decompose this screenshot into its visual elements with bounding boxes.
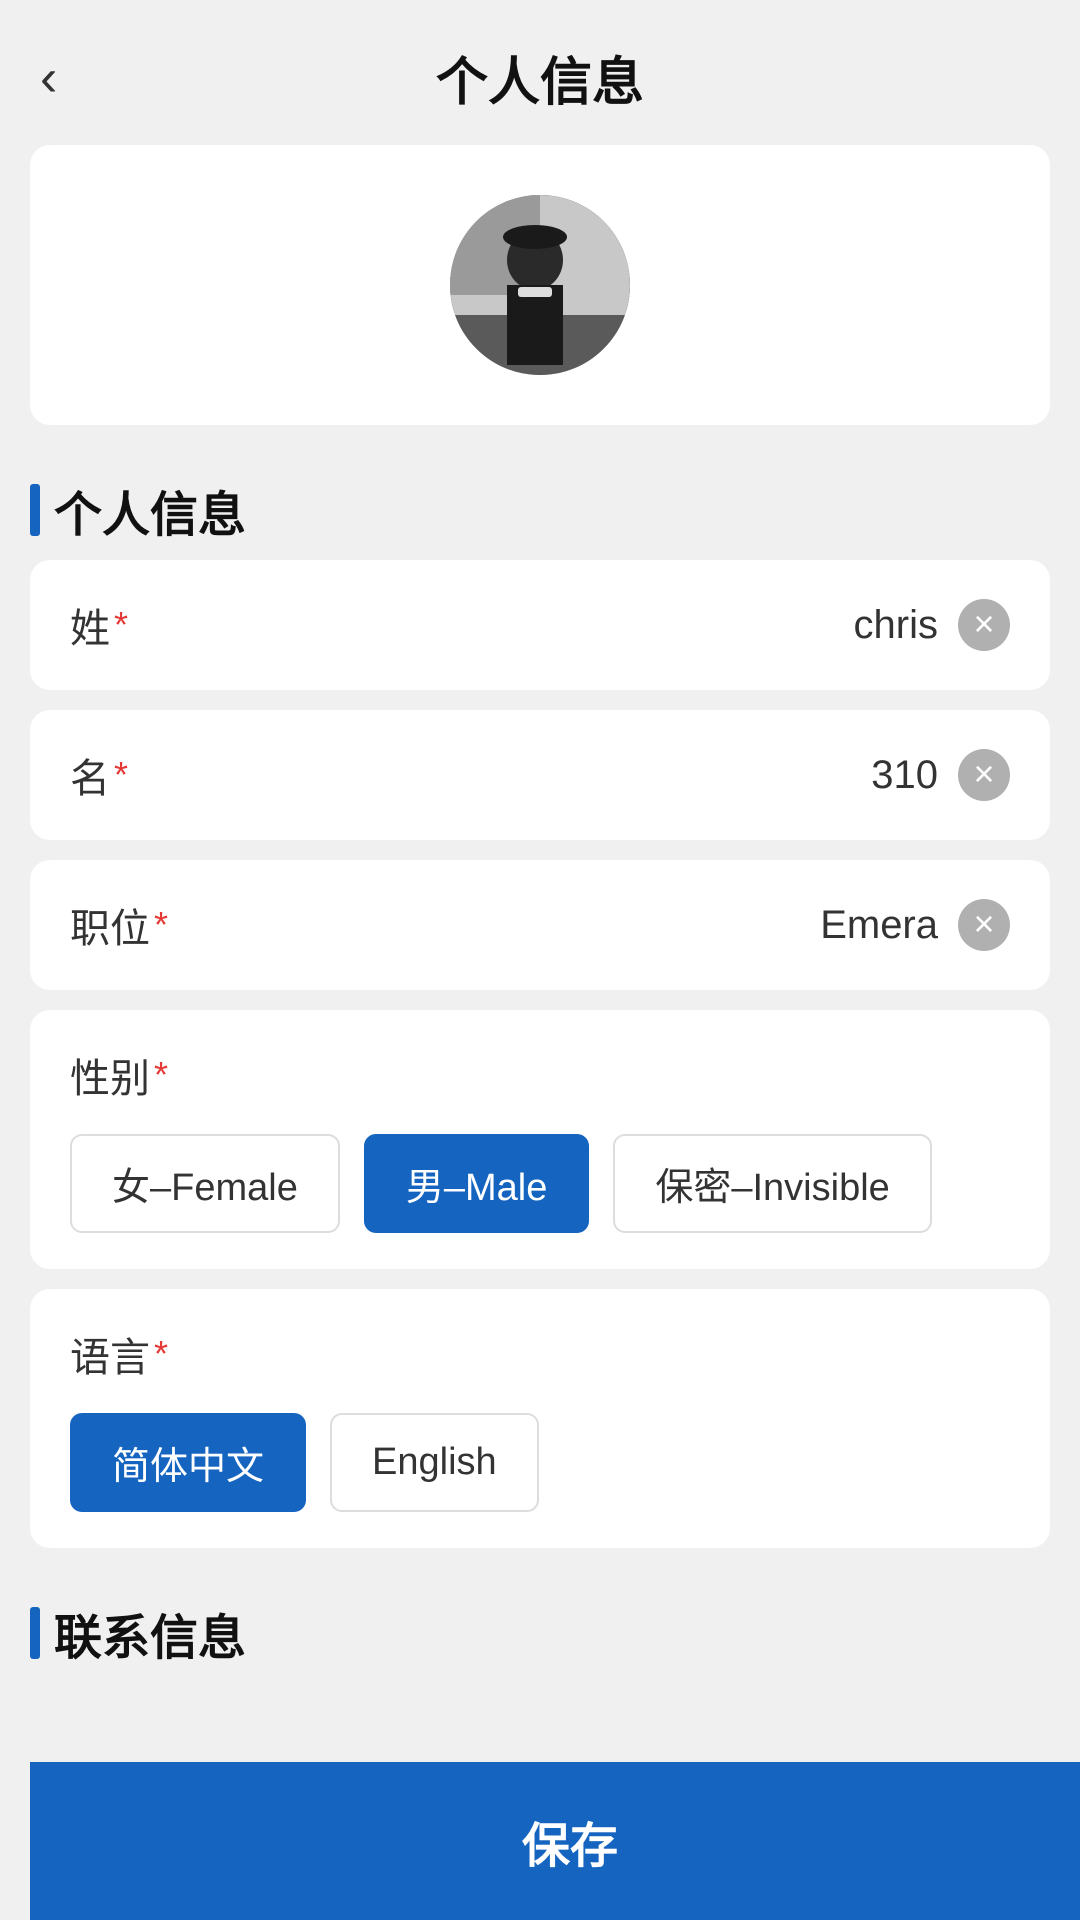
contact-section-title: 联系信息 <box>54 1598 246 1668</box>
required-star: * <box>154 1333 168 1375</box>
position-clear-button[interactable] <box>958 899 1010 951</box>
position-field[interactable]: 职位* Emera <box>30 860 1050 990</box>
gender-invisible-option[interactable]: 保密–Invisible <box>613 1134 931 1233</box>
required-star: * <box>154 1054 168 1096</box>
gender-options: 女–Female 男–Male 保密–Invisible <box>70 1134 1010 1233</box>
position-value: Emera <box>820 903 938 948</box>
language-field: 语言* 简体中文 English <box>30 1289 1050 1548</box>
last-name-clear-button[interactable] <box>958 599 1010 651</box>
avatar-card[interactable] <box>30 145 1050 425</box>
gender-male-option[interactable]: 男–Male <box>364 1134 590 1233</box>
personal-section-header: 个人信息 <box>0 455 1080 560</box>
header: ‹ 个人信息 <box>0 0 1080 145</box>
last-name-field[interactable]: 姓* chris <box>30 560 1050 690</box>
first-name-value: 310 <box>871 753 938 798</box>
save-button[interactable]: 保存 <box>30 1762 1080 1920</box>
language-zh-option[interactable]: 简体中文 <box>70 1413 306 1512</box>
gender-field: 性别* 女–Female 男–Male 保密–Invisible <box>30 1010 1050 1269</box>
first-name-label: 名* <box>70 746 128 804</box>
language-label: 语言* <box>70 1325 1010 1383</box>
personal-section-title: 个人信息 <box>54 475 246 545</box>
back-button[interactable]: ‹ <box>40 52 57 104</box>
section-bar <box>30 484 40 536</box>
contact-section-header: 联系信息 <box>0 1578 1080 1683</box>
last-name-label: 姓* <box>70 596 128 654</box>
required-star: * <box>114 754 128 796</box>
required-star: * <box>154 904 168 946</box>
page-title: 个人信息 <box>436 40 644 115</box>
required-star: * <box>114 604 128 646</box>
avatar[interactable] <box>450 195 630 375</box>
first-name-clear-button[interactable] <box>958 749 1010 801</box>
first-name-field[interactable]: 名* 310 <box>30 710 1050 840</box>
position-label: 职位* <box>70 896 168 954</box>
language-en-option[interactable]: English <box>330 1413 539 1512</box>
language-options: 简体中文 English <box>70 1413 1010 1512</box>
gender-female-option[interactable]: 女–Female <box>70 1134 340 1233</box>
section-bar <box>30 1607 40 1659</box>
last-name-value: chris <box>854 603 938 648</box>
gender-label: 性别* <box>70 1046 1010 1104</box>
